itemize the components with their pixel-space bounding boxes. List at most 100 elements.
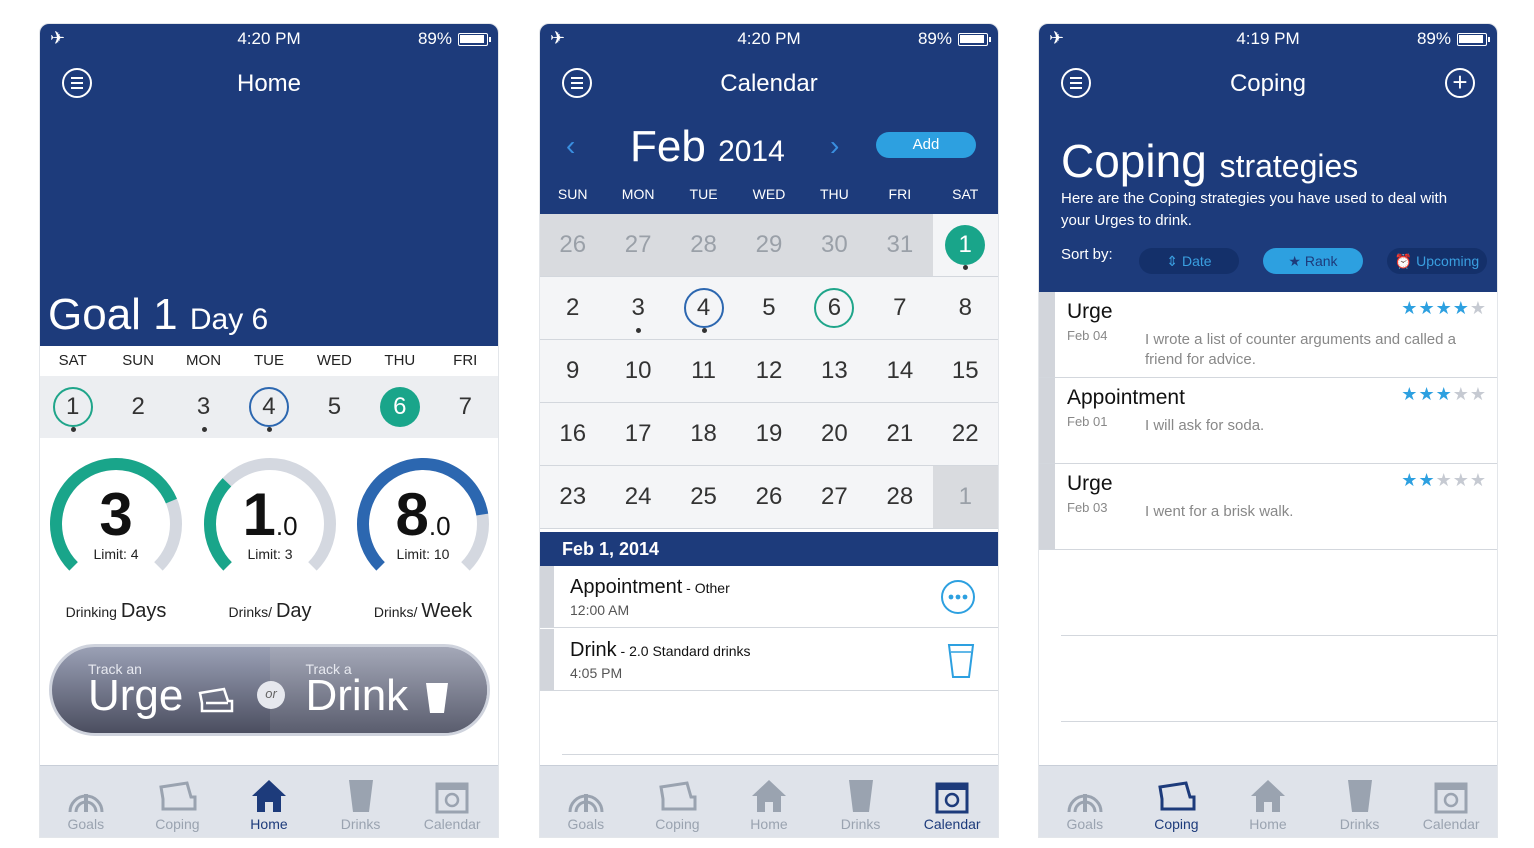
- day-cell[interactable]: 6: [802, 277, 867, 339]
- tab-goals[interactable]: Goals: [540, 766, 632, 837]
- tab-calendar[interactable]: Calendar: [1405, 766, 1497, 837]
- tab-coping[interactable]: Coping: [1131, 766, 1223, 837]
- day-cell[interactable]: 5: [302, 376, 367, 438]
- day-cell[interactable]: 3: [605, 277, 670, 339]
- event-row[interactable]: Drink - 2.0 Standard drinks 4:05 PM: [540, 629, 998, 691]
- tab-coping[interactable]: Coping: [632, 766, 724, 837]
- coping-item-date: Feb 03: [1067, 500, 1108, 515]
- day-cell[interactable]: 3: [171, 376, 236, 438]
- day-cell[interactable]: 2: [540, 277, 605, 339]
- day-cell[interactable]: 7: [867, 277, 932, 339]
- selected-date-bar: Feb 1, 2014: [540, 532, 998, 566]
- prev-month-button[interactable]: ‹: [566, 130, 575, 162]
- day-cell[interactable]: 9: [540, 340, 605, 402]
- tab-drinks[interactable]: Drinks: [815, 766, 907, 837]
- day-cell[interactable]: 21: [867, 403, 932, 465]
- gauge-label: Drinks/ Day: [228, 600, 312, 622]
- track-drink-button[interactable]: Track a Drink: [269, 647, 487, 733]
- tab-home[interactable]: Home: [723, 766, 815, 837]
- tab-bar: Goals Coping Home Drinks Calendar: [540, 765, 998, 837]
- day-cell[interactable]: 19: [736, 403, 801, 465]
- gauge-drinks-per-week[interactable]: 8.0 Limit: 10: [353, 454, 493, 594]
- cup-icon: [946, 642, 976, 685]
- page-title: Calendar: [720, 70, 818, 97]
- tab-goals[interactable]: Goals: [40, 766, 132, 837]
- day-cell[interactable]: 8: [933, 277, 998, 339]
- day-cell[interactable]: 14: [867, 340, 932, 402]
- day-cell[interactable]: 1: [40, 376, 105, 438]
- day-cell[interactable]: 31: [867, 214, 932, 276]
- gauge-drinking-days[interactable]: 3 Limit: 4: [46, 454, 186, 594]
- day-cell[interactable]: 23: [540, 466, 605, 528]
- tab-home[interactable]: Home: [223, 766, 315, 837]
- coping-item[interactable]: Urge Feb 03 I went for a brisk walk. ★★★…: [1039, 464, 1497, 550]
- add-icon[interactable]: +: [1445, 68, 1475, 98]
- day-cell[interactable]: 25: [671, 466, 736, 528]
- day-cell[interactable]: 4: [671, 277, 736, 339]
- day-cell[interactable]: 26: [540, 214, 605, 276]
- next-month-button[interactable]: ›: [830, 130, 839, 162]
- day-cell[interactable]: 17: [605, 403, 670, 465]
- cup-icon: [815, 776, 907, 816]
- day-cell[interactable]: 4: [236, 376, 301, 438]
- day-cell[interactable]: 28: [867, 466, 932, 528]
- day-cell[interactable]: 30: [802, 214, 867, 276]
- day-cell-today[interactable]: 6: [367, 376, 432, 438]
- star-icon: ★: [1435, 384, 1453, 404]
- star-icon: ★: [1435, 298, 1453, 318]
- tab-home[interactable]: Home: [1222, 766, 1314, 837]
- day-cell[interactable]: 22: [933, 403, 998, 465]
- tab-calendar[interactable]: Calendar: [406, 766, 498, 837]
- calendar-screen: ✈ 4:20 PM 89% Calendar ‹ Feb 2014 › Add …: [539, 23, 999, 838]
- event-row[interactable]: Appointment - Other 12:00 AM: [540, 566, 998, 628]
- sort-rank-button[interactable]: ★ Rank: [1263, 248, 1363, 274]
- day-cell-selected[interactable]: 1: [932, 214, 998, 276]
- month-label: Feb 2014: [630, 122, 785, 171]
- day-cell[interactable]: 13: [802, 340, 867, 402]
- tab-drinks[interactable]: Drinks: [315, 766, 407, 837]
- battery-percent: 89%: [417, 29, 452, 48]
- add-button[interactable]: Add: [876, 132, 976, 158]
- more-icon[interactable]: [940, 579, 976, 620]
- day-cell[interactable]: 29: [736, 214, 801, 276]
- day-cell[interactable]: 24: [605, 466, 670, 528]
- day-cell[interactable]: 2: [105, 376, 170, 438]
- coping-item[interactable]: Urge Feb 04 I wrote a list of counter ar…: [1039, 292, 1497, 378]
- day-cell[interactable]: 11: [671, 340, 736, 402]
- coping-item-text: I wrote a list of counter arguments and …: [1145, 331, 1457, 368]
- day-cell[interactable]: 28: [671, 214, 736, 276]
- coping-item-date: Feb 04: [1067, 328, 1108, 343]
- star-icon: ★: [1401, 384, 1419, 404]
- day-cell[interactable]: 15: [933, 340, 998, 402]
- rating-stars: ★★★★★: [1401, 384, 1487, 405]
- coping-item[interactable]: Appointment Feb 01 I will ask for soda. …: [1039, 378, 1497, 464]
- gauge-drinks-per-day[interactable]: 1.0 Limit: 3: [200, 454, 340, 594]
- weekday-header: SUN MON TUE WED THU FRI SAT: [557, 186, 979, 202]
- day-cell[interactable]: 27: [802, 466, 867, 528]
- tab-coping[interactable]: Coping: [132, 766, 224, 837]
- track-urge-button[interactable]: Track an Urge: [52, 647, 270, 733]
- day-cell[interactable]: 18: [671, 403, 736, 465]
- day-cell[interactable]: 26: [736, 466, 801, 528]
- coping-item-text: I went for a brisk walk.: [1145, 503, 1294, 520]
- sort-date-button[interactable]: ⇕ Date: [1139, 248, 1239, 274]
- house-icon: [223, 776, 315, 816]
- sort-label: Sort by:: [1061, 246, 1113, 263]
- sort-upcoming-button[interactable]: ⏰ Upcoming: [1387, 248, 1487, 274]
- day-cell[interactable]: 27: [605, 214, 670, 276]
- day-cell[interactable]: 10: [605, 340, 670, 402]
- day-cell[interactable]: 7: [433, 376, 498, 438]
- coping-item-date: Feb 01: [1067, 414, 1108, 429]
- tab-calendar[interactable]: Calendar: [906, 766, 998, 837]
- day-cell[interactable]: 12: [736, 340, 801, 402]
- tab-drinks[interactable]: Drinks: [1314, 766, 1406, 837]
- star-icon: ★: [1418, 384, 1436, 404]
- day-cell[interactable]: 5: [736, 277, 801, 339]
- battery-percent: 89%: [1416, 29, 1451, 48]
- day-cell[interactable]: 16: [540, 403, 605, 465]
- day-cell[interactable]: 1: [932, 466, 998, 528]
- status-bar: ✈ 4:20 PM 89%: [540, 24, 998, 54]
- star-icon: ★: [1452, 298, 1470, 318]
- day-cell[interactable]: 20: [802, 403, 867, 465]
- tab-goals[interactable]: Goals: [1039, 766, 1131, 837]
